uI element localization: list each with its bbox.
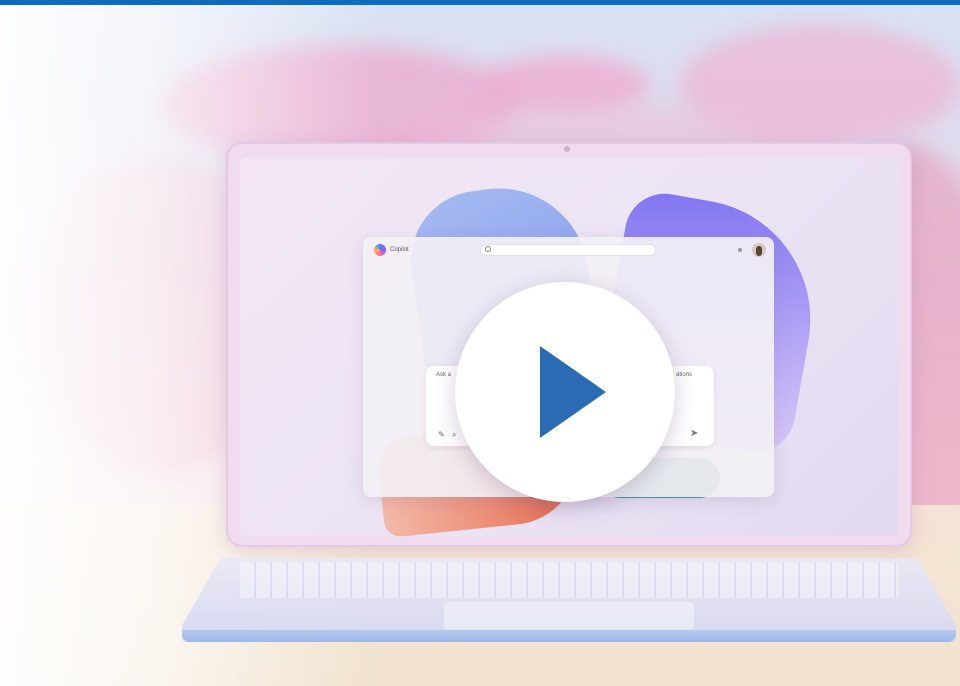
send-icon: ➤ [690,428,699,439]
pen-icon: ✎ [438,430,445,439]
keyboard [240,562,898,598]
copilot-logo-icon [374,244,386,256]
more-options-icon [738,248,742,252]
laptop-base-edge [182,630,956,642]
trackpad [444,602,694,630]
webcam [564,146,570,152]
attach-icon: ⌕ [452,430,457,439]
chat-suggestion-text: ations [676,372,693,378]
app-search-bar [480,244,656,256]
search-icon [485,246,491,252]
play-icon[interactable] [540,346,606,438]
app-title: Copilot [390,247,409,253]
chat-placeholder: Ask a [436,372,452,378]
avatar [752,243,766,257]
